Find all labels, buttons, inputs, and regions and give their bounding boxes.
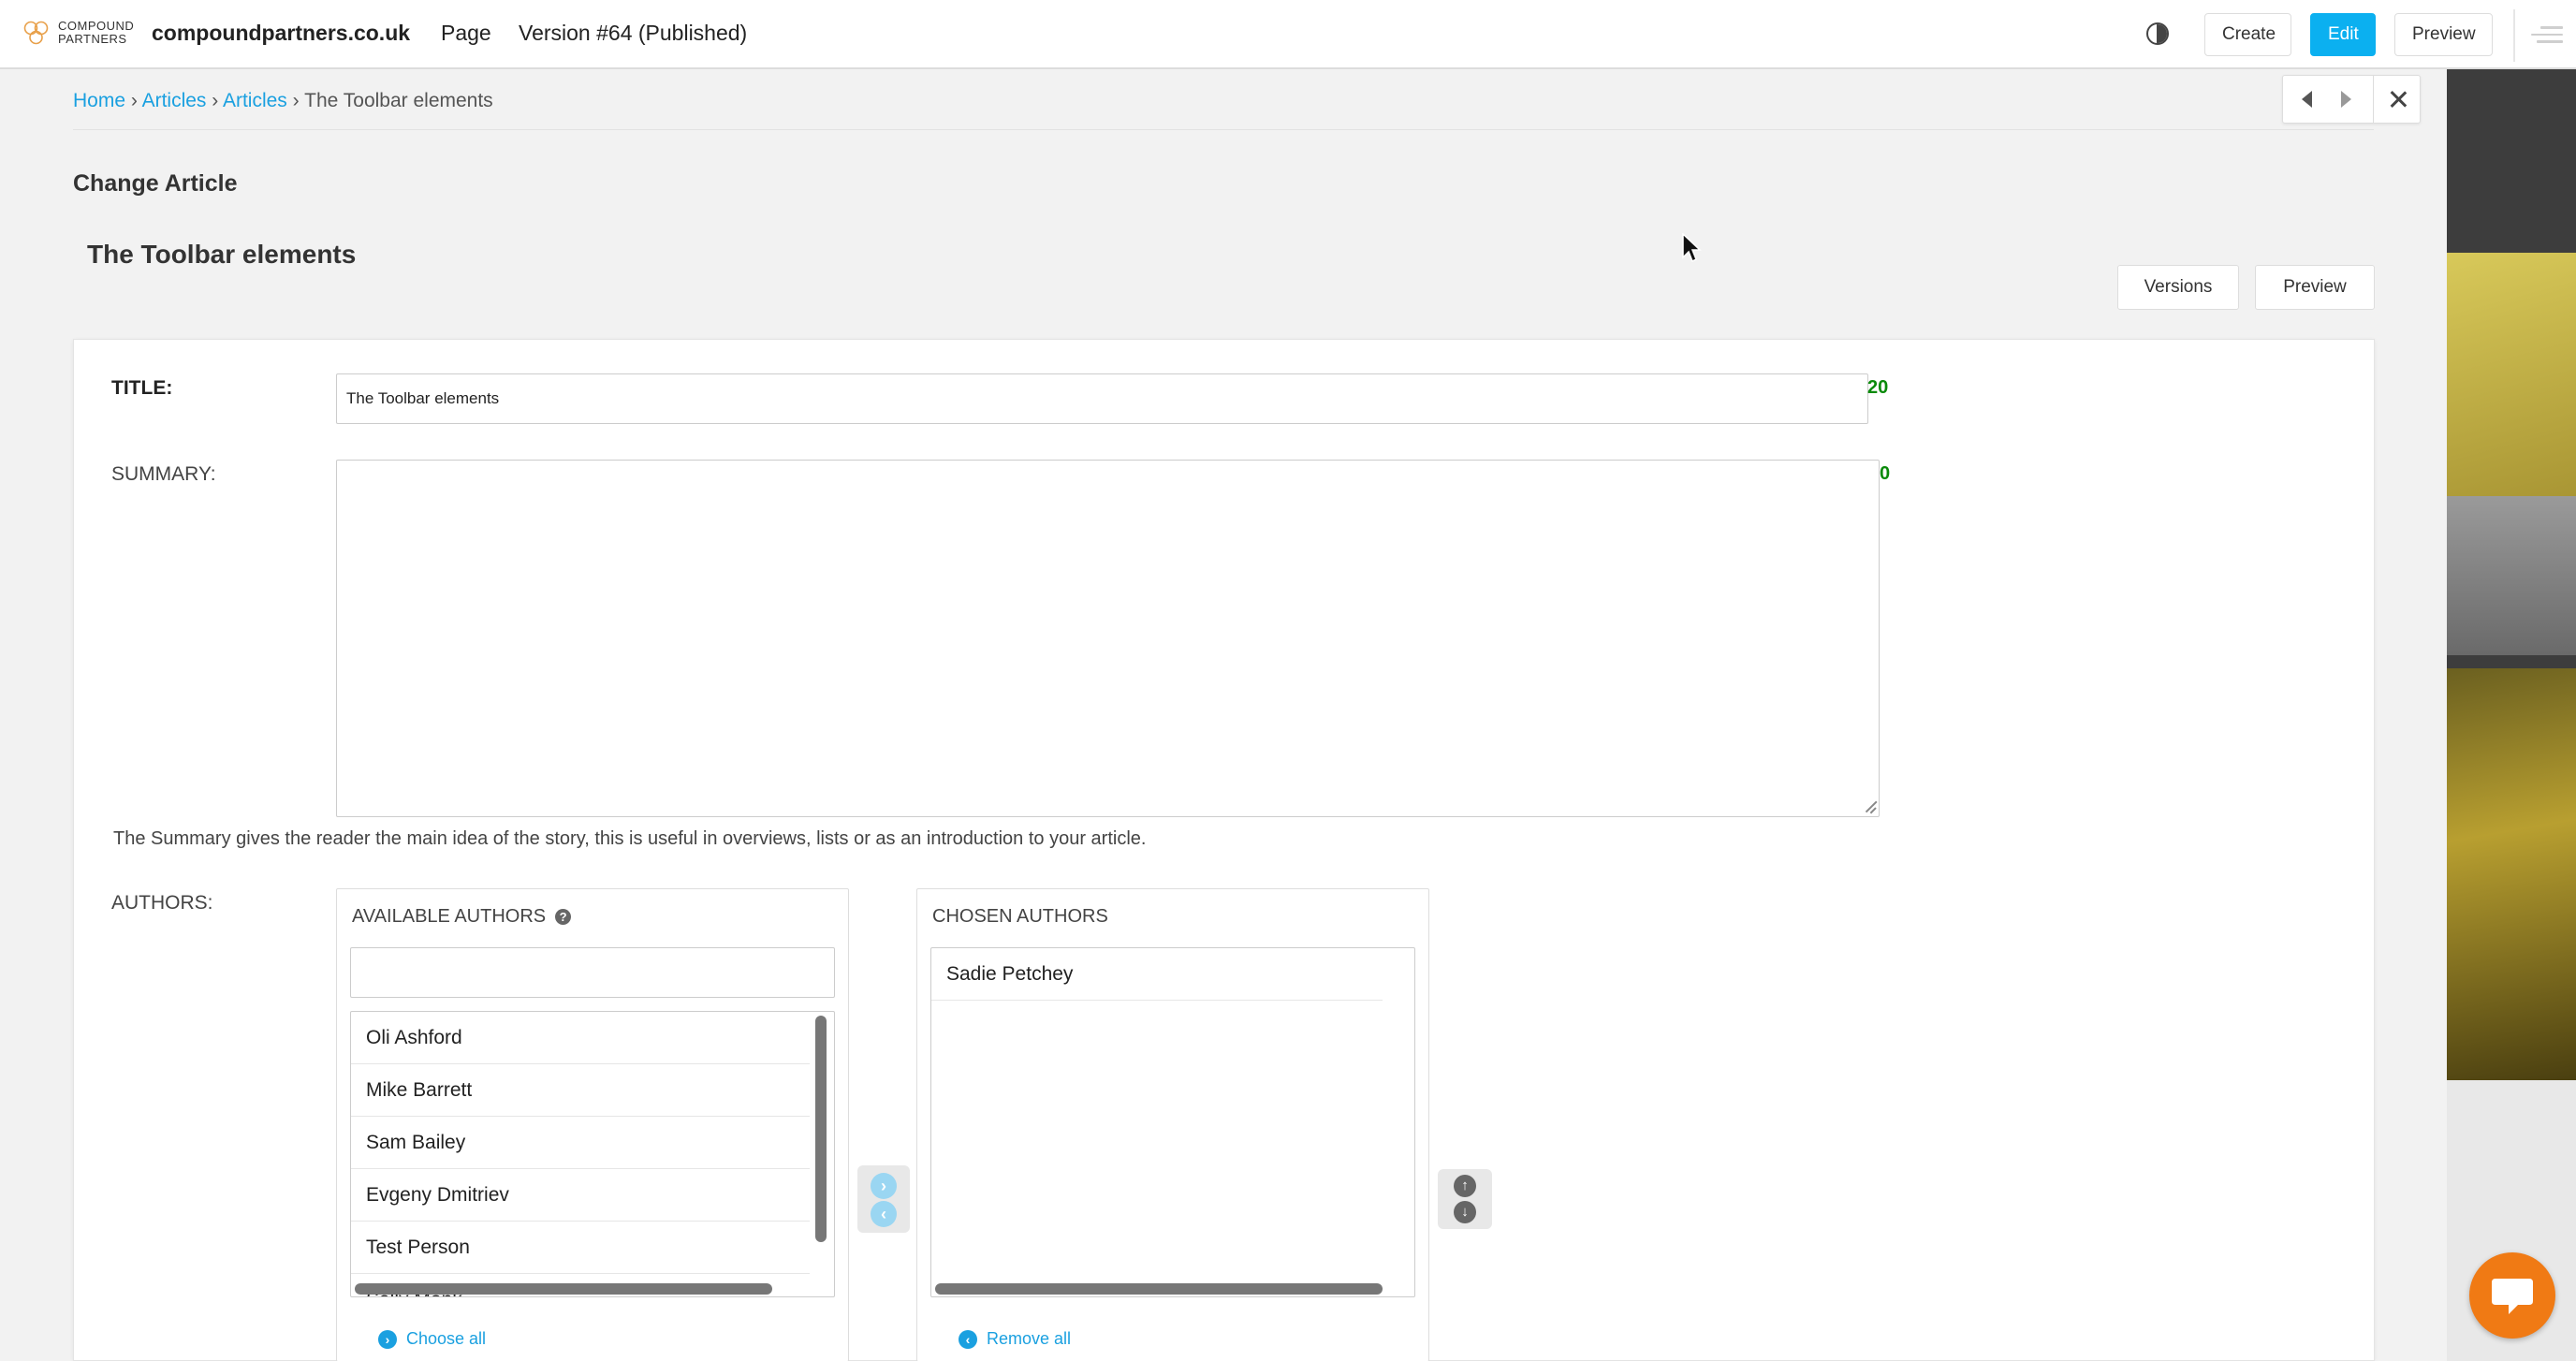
title-input[interactable] xyxy=(336,373,1868,424)
breadcrumb-articles-app[interactable]: Articles xyxy=(142,90,207,111)
available-authors-list[interactable]: Oli Ashford Mike Barrett Sam Bailey Evge… xyxy=(350,1011,835,1297)
list-item[interactable]: Sam Bailey xyxy=(351,1117,810,1169)
cms-toolbar: COMPOUND PARTNERS compoundpartners.co.uk… xyxy=(0,0,2576,69)
chosen-authors-heading: CHOSEN AUTHORS xyxy=(932,906,1108,927)
chosen-authors-list[interactable]: Sadie Petchey xyxy=(930,947,1415,1297)
page-title: Change Article xyxy=(73,170,238,197)
versions-button[interactable]: Versions xyxy=(2117,265,2239,310)
page-menu[interactable]: Page xyxy=(441,21,491,46)
list-item[interactable]: Evgeny Dmitriev xyxy=(351,1169,810,1222)
list-item[interactable]: Mike Barrett xyxy=(351,1064,810,1117)
summary-char-counter: 0 xyxy=(1880,463,1891,484)
close-icon[interactable] xyxy=(2384,85,2412,113)
controls-divider xyxy=(2373,76,2374,123)
title-char-counter: 20 xyxy=(1867,377,1889,398)
page-preview-background xyxy=(2447,69,2576,1361)
version-menu[interactable]: Version #64 (Published) xyxy=(519,21,747,46)
preview-button[interactable]: Preview xyxy=(2255,265,2375,310)
breadcrumb-current: The Toolbar elements xyxy=(304,90,493,111)
sideframe-controls xyxy=(2282,75,2421,124)
available-authors-heading: AVAILABLE AUTHORS ? xyxy=(352,906,572,928)
breadcrumb-separator: › xyxy=(130,90,138,111)
title-label: TITLE: xyxy=(111,377,173,399)
chat-bubble-icon xyxy=(2492,1279,2533,1314)
summary-label: SUMMARY: xyxy=(111,463,216,485)
site-menu[interactable]: compoundpartners.co.uk xyxy=(152,21,410,46)
authors-label: AUTHORS: xyxy=(111,892,213,914)
vertical-scrollbar[interactable] xyxy=(815,1016,827,1242)
logo-text: COMPOUND PARTNERS xyxy=(58,19,135,46)
breadcrumb-home[interactable]: Home xyxy=(73,90,125,111)
available-authors-box: AVAILABLE AUTHORS ? Oli Ashford Mike Bar… xyxy=(336,888,849,1361)
preview-image xyxy=(2447,253,2576,496)
create-button[interactable]: Create xyxy=(2204,13,2291,56)
breadcrumb-separator: › xyxy=(212,90,219,111)
list-item[interactable]: Test Person xyxy=(351,1222,810,1274)
forward-arrow-icon[interactable] xyxy=(2341,91,2351,108)
remove-arrow-icon[interactable]: ‹ xyxy=(871,1201,897,1227)
breadcrumb-divider xyxy=(73,129,2374,130)
chat-button[interactable] xyxy=(2469,1252,2555,1339)
summary-help-text: The Summary gives the reader the main id… xyxy=(113,828,1147,849)
site-logo[interactable]: COMPOUND PARTNERS xyxy=(21,17,134,49)
breadcrumb-separator: › xyxy=(292,90,300,111)
preview-toolbar-button[interactable]: Preview xyxy=(2394,13,2493,56)
structure-menu-icon[interactable] xyxy=(2531,26,2563,45)
article-form: TITLE: 20 SUMMARY: 0 The Summary gives t… xyxy=(73,339,2375,1361)
back-arrow-icon[interactable] xyxy=(2302,91,2312,108)
chevron-left-icon: ‹ xyxy=(959,1329,977,1349)
contrast-toggle-icon[interactable] xyxy=(2146,22,2169,45)
chosen-authors-box: CHOSEN AUTHORS Sadie Petchey ‹ Remove al… xyxy=(916,888,1429,1361)
list-item[interactable]: Oli Ashford xyxy=(351,1012,810,1064)
breadcrumb: Home › Articles › Articles › The Toolbar… xyxy=(73,90,493,112)
hexagon-logo-icon xyxy=(23,21,49,45)
resize-handle-icon[interactable] xyxy=(1865,800,1878,813)
mouse-cursor-icon xyxy=(1682,233,1702,263)
preview-image xyxy=(2447,496,2576,655)
summary-textarea[interactable] xyxy=(336,460,1880,817)
remove-all-link[interactable]: ‹ Remove all xyxy=(959,1329,1071,1349)
preview-image xyxy=(2447,668,2576,1080)
arrow-down-icon[interactable]: ↓ xyxy=(1454,1201,1476,1223)
order-controls: ↑ ↓ xyxy=(1438,1169,1492,1229)
choose-arrow-icon[interactable]: › xyxy=(871,1173,897,1199)
list-item[interactable]: Sadie Petchey xyxy=(931,948,1383,1001)
horizontal-scrollbar[interactable] xyxy=(355,1283,772,1295)
help-icon[interactable]: ? xyxy=(555,909,572,925)
breadcrumb-articles-list[interactable]: Articles xyxy=(223,90,287,111)
choose-all-link[interactable]: › Choose all xyxy=(378,1329,486,1349)
arrow-up-icon[interactable]: ↑ xyxy=(1454,1175,1476,1197)
horizontal-scrollbar[interactable] xyxy=(935,1283,1383,1295)
edit-button[interactable]: Edit xyxy=(2310,13,2376,56)
chevron-right-icon: › xyxy=(378,1329,397,1349)
available-authors-filter[interactable] xyxy=(350,947,835,998)
object-title: The Toolbar elements xyxy=(87,240,357,269)
move-controls: › ‹ xyxy=(857,1165,910,1233)
toolbar-divider xyxy=(2513,9,2515,62)
